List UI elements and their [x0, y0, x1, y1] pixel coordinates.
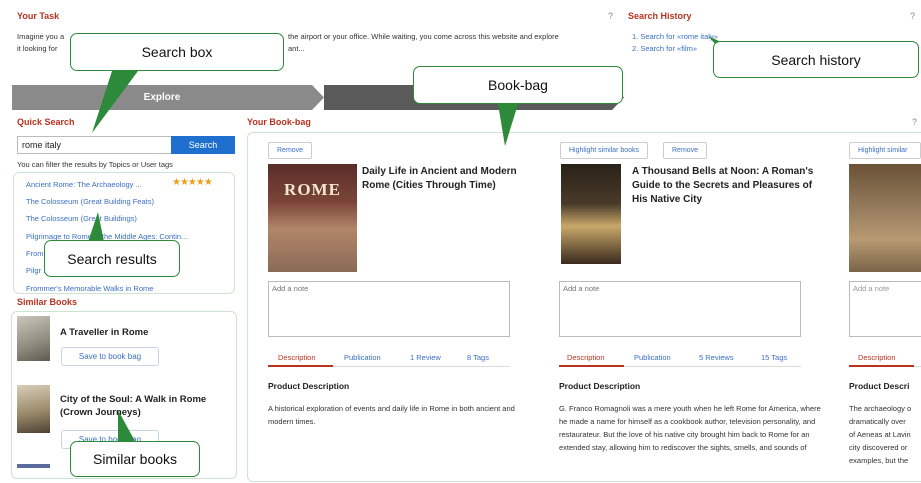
book1-title[interactable]: Daily Life in Ancient and Modern Rome (C… [362, 165, 532, 193]
book1-pd-title: Product Description [268, 381, 350, 391]
book2-tab-reviews[interactable]: 5 Reviews [699, 353, 734, 362]
book1-tab-tags[interactable]: 8 Tags [467, 353, 489, 362]
search-input[interactable] [17, 136, 172, 154]
callout-search-history: Search history [713, 41, 919, 78]
progress-refine: Refine [612, 85, 921, 110]
book3-pd-line-2: dramatically over [849, 417, 906, 426]
callout-book-bag: Book-bag [413, 66, 623, 104]
similar-books-title: Similar Books [17, 297, 78, 307]
book1-pd-text: A historical exploration of events and d… [268, 404, 515, 426]
book3-pd-line-4: city discovered or [849, 443, 908, 452]
book1-cover[interactable]: ROME [268, 164, 357, 272]
progress-arrow [312, 85, 324, 110]
similar-book-title-1[interactable]: A Traveller in Rome [60, 326, 148, 339]
book3-cover[interactable] [849, 164, 921, 272]
history-help-icon[interactable]: ? [910, 11, 915, 21]
result-item-7[interactable]: Frommer's Memorable Walks in Rome [26, 284, 153, 293]
book2-tab-publication[interactable]: Publication [634, 353, 671, 362]
book1-cover-title: ROME [284, 180, 341, 199]
book2-cover[interactable] [561, 164, 621, 264]
history-title: Search History [628, 11, 692, 21]
task-text-line2a: it looking for [17, 44, 58, 53]
book3-tab-description[interactable]: Description [858, 353, 896, 362]
task-help-icon[interactable]: ? [608, 11, 613, 21]
book1-tab-publication[interactable]: Publication [344, 353, 381, 362]
book3-note-input[interactable]: Add a note [849, 281, 921, 337]
similar-book-title-2[interactable]: City of the Soul: A Walk in Rome (Crown … [60, 393, 230, 419]
history-item-1[interactable]: 1. Search for «rome italy» [632, 31, 718, 42]
task-text-line2b: ant... [288, 44, 305, 53]
callout-search-box: Search box [70, 33, 284, 71]
book3-pd-title: Product Descri [849, 381, 910, 391]
quick-search-title: Quick Search [17, 117, 75, 127]
task-title: Your Task [17, 11, 60, 21]
callout-search-results: Search results [44, 240, 180, 277]
book2-pd-title: Product Description [559, 381, 641, 391]
callout-similar-books: Similar books [70, 441, 200, 477]
result-item-2[interactable]: The Colosseum (Great Building Feats) [26, 197, 154, 206]
book-bag-help-icon[interactable]: ? [912, 117, 917, 127]
filter-hint: You can filter the results by Topics or … [17, 160, 173, 169]
book-bag-title: Your Book-bag [247, 117, 311, 127]
progress-explore: Explore [12, 85, 312, 110]
book3-pd-line-1: The archaeology o [849, 404, 912, 413]
book2-pd-text: G. Franco Romagnoli was a mere youth whe… [559, 404, 821, 452]
book2-remove-button[interactable]: Remove [663, 142, 708, 159]
book1-remove-button[interactable]: Remove [268, 142, 313, 159]
book1-note-input[interactable] [268, 281, 510, 337]
book2-title[interactable]: A Thousand Bells at Noon: A Roman's Guid… [632, 165, 822, 207]
similar-book-cover-3[interactable] [17, 464, 50, 468]
book2-tab-description[interactable]: Description [567, 353, 605, 362]
similar-book-cover-1[interactable] [17, 316, 50, 361]
task-text-line1b: the airport or your office. While waitin… [288, 32, 559, 41]
save-to-bag-button-1[interactable]: Save to book bag [61, 347, 159, 366]
book1-tab-description[interactable]: Description [278, 353, 316, 362]
book2-highlight-button[interactable]: Highlight similar books [560, 142, 649, 159]
book3-pd-line-3: of Aeneas at Lavin [849, 430, 911, 439]
result-item-3[interactable]: The Colosseum (Great Buildings) [26, 214, 137, 223]
book3-pd-line-5: examples, but the [849, 456, 909, 465]
history-item-2[interactable]: 2. Search for «film» [632, 43, 697, 54]
task-text-line1a: Imagine you a [17, 32, 65, 41]
search-button[interactable]: Search [171, 136, 235, 154]
book2-tab-tags[interactable]: 15 Tags [761, 353, 787, 362]
book3-highlight-button[interactable]: Highlight similar [849, 142, 921, 159]
rating-stars-icon: ★★★★★ [172, 177, 213, 188]
similar-book-cover-2[interactable] [17, 385, 50, 433]
result-item-1[interactable]: Ancient Rome: The Archaeology ... [26, 180, 142, 189]
book2-note-input[interactable] [559, 281, 801, 337]
book1-tab-reviews[interactable]: 1 Review [410, 353, 441, 362]
